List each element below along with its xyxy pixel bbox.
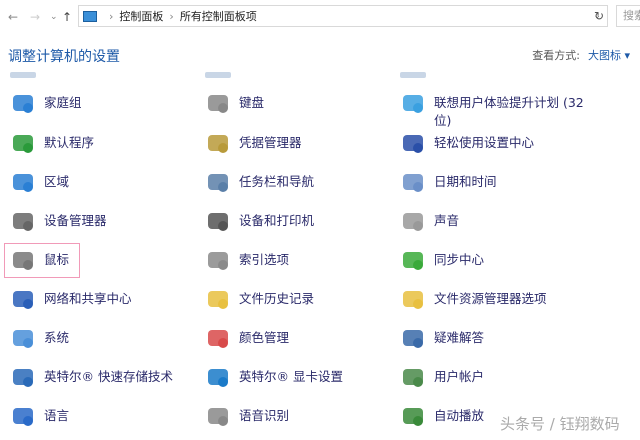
partial-item-icon: [400, 72, 426, 78]
view-by-label: 查看方式:: [532, 49, 580, 62]
view-by-dropdown[interactable]: 大图标 ▾: [588, 49, 630, 62]
item-label: 家庭组: [44, 95, 82, 110]
credential-manager-icon: [205, 130, 231, 156]
sound-icon: [400, 208, 426, 234]
item-label: 日期和时间: [434, 174, 497, 189]
control-panel-item[interactable]: 疑难解答: [400, 325, 484, 355]
item-label: 凭据管理器: [239, 135, 302, 150]
device-manager-icon: [10, 208, 36, 234]
up-button[interactable]: ↑: [62, 6, 72, 28]
intel-graphics-icon: [205, 364, 231, 390]
control-panel-icon: [83, 10, 97, 22]
system-icon: [10, 325, 36, 351]
refresh-button[interactable]: ↻: [588, 5, 610, 27]
control-panel-item[interactable]: 颜色管理: [205, 325, 289, 355]
control-panel-item[interactable]: 文件资源管理器选项: [400, 286, 547, 316]
printer-icon: [205, 208, 231, 234]
indexing-icon: [205, 247, 231, 273]
item-label: 语音识别: [239, 408, 290, 423]
sync-icon: [400, 247, 426, 273]
control-panel-item[interactable]: 英特尔® 快速存储技术: [10, 364, 173, 394]
user-accounts-icon: [400, 364, 426, 390]
lenovo-ux-icon: [400, 90, 426, 116]
control-panel-item[interactable]: 文件历史记录: [205, 286, 314, 316]
watermark: 头条号 / 钰翔数码: [500, 415, 620, 433]
item-label: 轻松使用设置中心: [434, 135, 535, 150]
page-title: 调整计算机的设置: [8, 49, 120, 65]
network-icon: [10, 286, 36, 312]
item-label: 网络和共享中心: [44, 291, 132, 306]
control-panel-item[interactable]: 家庭组: [10, 90, 82, 120]
breadcrumb-separator: ›: [169, 9, 174, 23]
control-panel-item[interactable]: 区域: [10, 169, 69, 199]
item-label: 疑难解答: [434, 330, 485, 345]
control-panel-item[interactable]: 语音识别: [205, 403, 289, 433]
item-label: 默认程序: [44, 135, 95, 150]
control-panel-item[interactable]: 语言: [10, 403, 69, 433]
partial-item-icon: [205, 72, 231, 78]
item-label: 自动播放: [434, 408, 485, 423]
item-label: 设备和打印机: [239, 213, 315, 228]
control-panel-item[interactable]: 任务栏和导航: [205, 169, 314, 199]
autoplay-icon: [400, 403, 426, 429]
speech-recognition-icon: [205, 403, 231, 429]
item-label: 任务栏和导航: [239, 174, 315, 189]
control-panel-item[interactable]: 键盘: [205, 90, 264, 120]
item-label: 英特尔® 显卡设置: [239, 369, 343, 384]
item-label: 联想用户体验提升计划 (32位): [434, 95, 584, 128]
breadcrumb-control-panel[interactable]: 控制面板: [119, 8, 163, 24]
ease-of-access-icon: [400, 130, 426, 156]
control-panel-item[interactable]: 设备和打印机: [205, 208, 314, 238]
explorer-options-icon: [400, 286, 426, 312]
default-programs-icon: [10, 130, 36, 156]
control-panel-item[interactable]: 轻松使用设置中心: [400, 130, 534, 160]
troubleshooting-icon: [400, 325, 426, 351]
item-label: 用户帐户: [434, 369, 485, 384]
highlight-box: [4, 243, 80, 278]
partial-item-icon: [10, 72, 36, 78]
taskbar-icon: [205, 169, 231, 195]
control-panel-item[interactable]: 用户帐户: [400, 364, 484, 394]
control-panel-item[interactable]: 联想用户体验提升计划 (32位): [400, 90, 590, 128]
item-label: 同步中心: [434, 252, 485, 267]
control-panel-item[interactable]: 默认程序: [10, 130, 94, 160]
forward-button[interactable]: →: [30, 6, 40, 28]
search-input[interactable]: 搜索: [616, 5, 640, 27]
control-panel-item[interactable]: 英特尔® 显卡设置: [205, 364, 343, 394]
control-panel-item[interactable]: 系统: [10, 325, 69, 355]
control-panel-item[interactable]: 日期和时间: [400, 169, 497, 199]
item-label: 文件历史记录: [239, 291, 315, 306]
control-panel-item[interactable]: 自动播放: [400, 403, 484, 433]
item-label: 英特尔® 快速存储技术: [44, 369, 173, 384]
control-panel-item[interactable]: 凭据管理器: [205, 130, 302, 160]
language-icon: [10, 403, 36, 429]
item-label: 声音: [434, 213, 460, 228]
file-history-icon: [205, 286, 231, 312]
intel-rst-icon: [10, 364, 36, 390]
control-panel-item[interactable]: 网络和共享中心: [10, 286, 132, 316]
homegroup-icon: [10, 90, 36, 116]
keyboard-icon: [205, 90, 231, 116]
breadcrumb-separator: ›: [109, 9, 114, 23]
item-label: 颜色管理: [239, 330, 290, 345]
date-time-icon: [400, 169, 426, 195]
back-button[interactable]: ←: [8, 6, 18, 28]
item-label: 索引选项: [239, 252, 290, 267]
view-by: 查看方式: 大图标 ▾: [532, 47, 630, 63]
control-panel-item[interactable]: 同步中心: [400, 247, 484, 277]
item-label: 系统: [44, 330, 70, 345]
recent-locations-button[interactable]: ⌄: [50, 6, 58, 28]
address-bar[interactable]: › 控制面板 › 所有控制面板项 ⌄: [78, 5, 608, 27]
breadcrumb-all-items[interactable]: 所有控制面板项: [180, 8, 257, 24]
item-label: 键盘: [239, 95, 265, 110]
control-panel-item[interactable]: 索引选项: [205, 247, 289, 277]
item-label: 设备管理器: [44, 213, 107, 228]
control-panel-item[interactable]: 声音: [400, 208, 459, 238]
region-icon: [10, 169, 36, 195]
item-label: 文件资源管理器选项: [434, 291, 547, 306]
item-label: 区域: [44, 174, 70, 189]
item-label: 语言: [44, 408, 70, 423]
color-management-icon: [205, 325, 231, 351]
control-panel-item[interactable]: 设备管理器: [10, 208, 107, 238]
